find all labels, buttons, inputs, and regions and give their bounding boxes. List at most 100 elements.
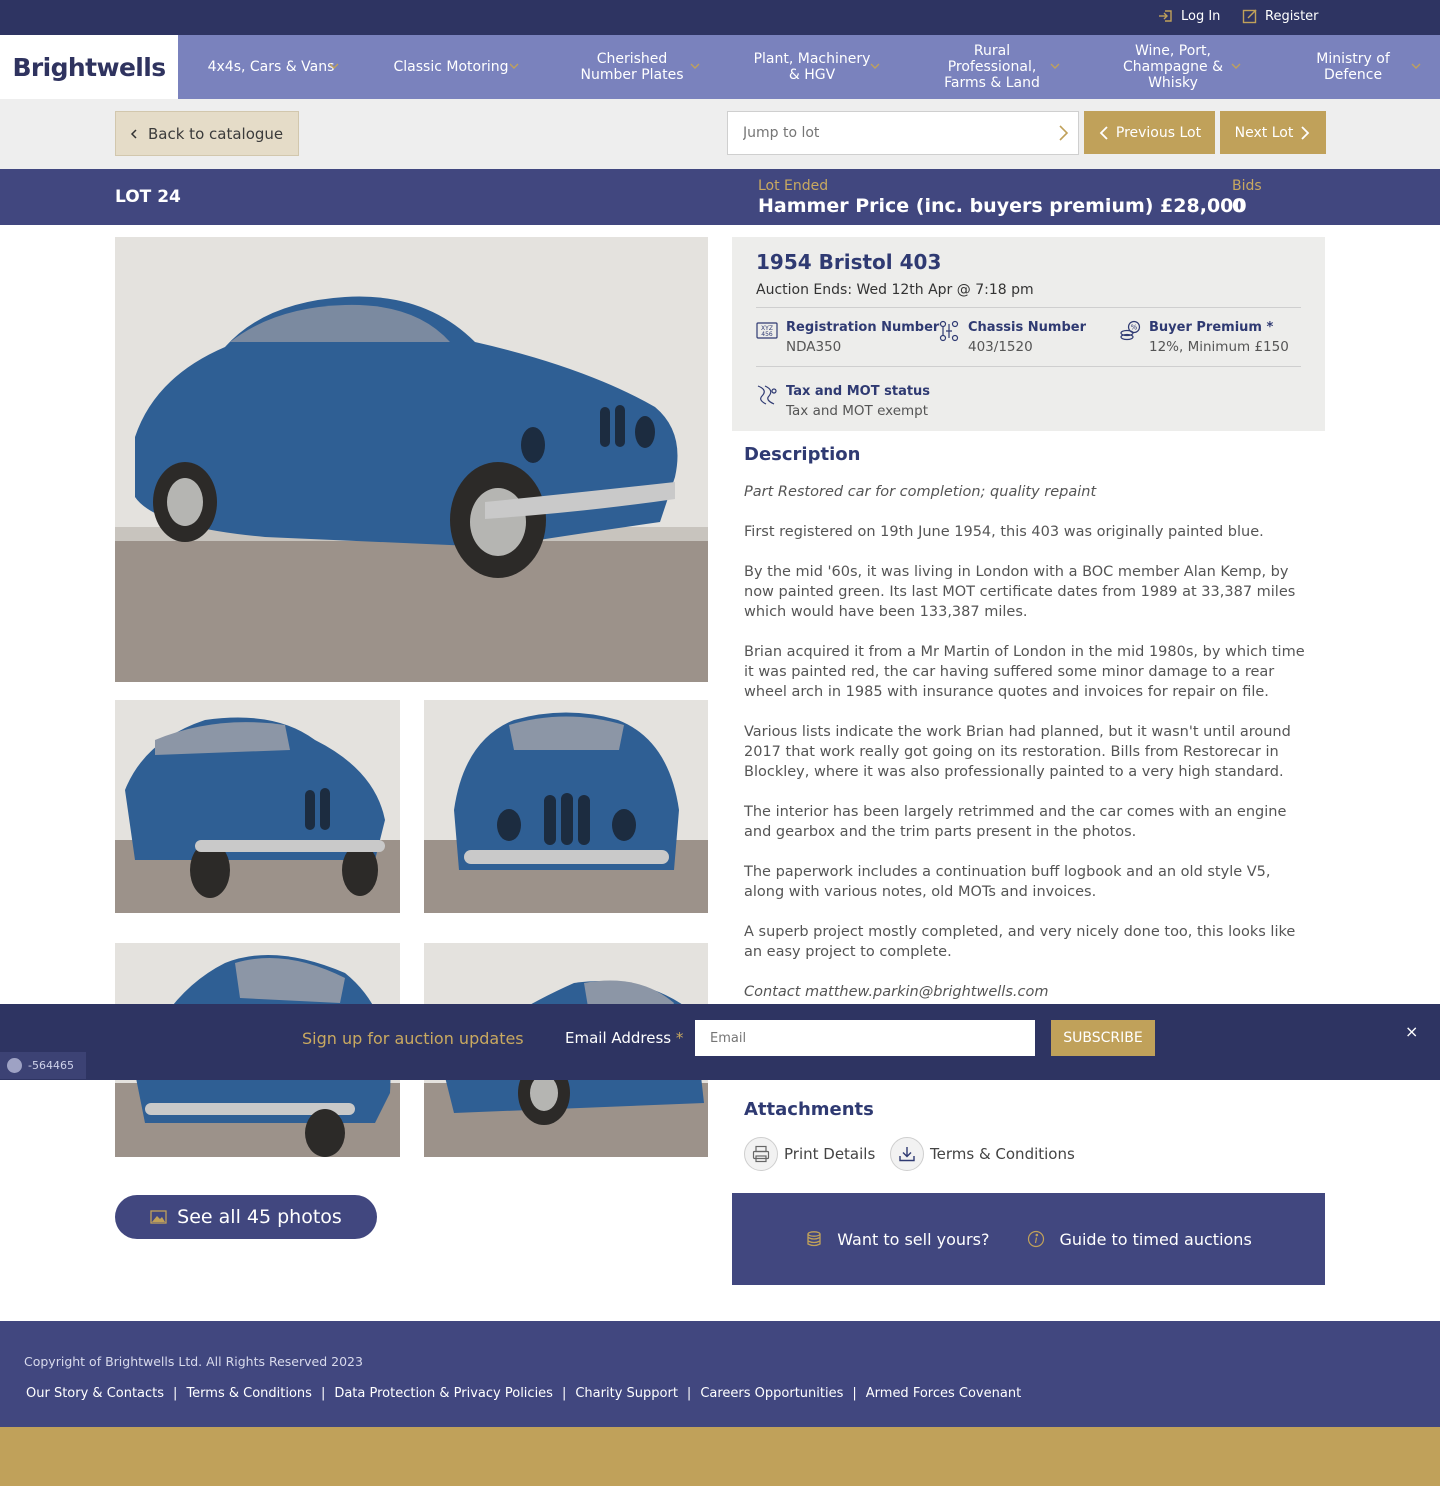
footer-link[interactable]: Terms & Conditions bbox=[186, 1386, 312, 1401]
jump-to-lot-input[interactable] bbox=[727, 111, 1079, 155]
contact-line: Contact matthew.parkin@brightwells.com bbox=[744, 984, 1049, 1000]
chassis-icon bbox=[939, 320, 959, 342]
chevron-down-icon bbox=[870, 63, 880, 69]
divider bbox=[756, 307, 1301, 308]
login-icon bbox=[1159, 10, 1172, 22]
subscribe-button[interactable]: SUBSCRIBE bbox=[1051, 1020, 1155, 1056]
description-paragraph: The interior has been largely retrimmed … bbox=[744, 804, 1287, 840]
svg-text:456: 456 bbox=[761, 331, 773, 338]
nav-item-wine[interactable]: Wine, Port, Champagne & Whisky bbox=[1094, 35, 1252, 99]
coins-icon bbox=[807, 1231, 821, 1247]
email-label-text: Email Address bbox=[565, 1029, 672, 1047]
login-link[interactable]: Log In bbox=[1158, 8, 1220, 24]
svg-text:%: % bbox=[1131, 324, 1138, 332]
chevron-down-icon bbox=[690, 63, 700, 69]
required-mark: * bbox=[675, 1029, 684, 1047]
chevron-down-icon bbox=[1050, 63, 1060, 69]
previous-lot-label: Previous Lot bbox=[1115, 124, 1202, 141]
lot-status-bar: LOT 24 Lot Ended Hammer Price (inc. buye… bbox=[0, 169, 1440, 225]
printer-icon bbox=[744, 1137, 778, 1171]
register-label: Register bbox=[1265, 8, 1319, 24]
terms-conditions-link[interactable]: Terms & Conditions bbox=[890, 1137, 1075, 1171]
attachments-heading: Attachments bbox=[744, 1099, 874, 1120]
chevron-right-icon bbox=[1301, 125, 1310, 140]
chevron-down-icon bbox=[1231, 63, 1241, 69]
bids-label: Bids bbox=[1232, 178, 1262, 194]
nav-item-cars[interactable]: 4x4s, Cars & Vans bbox=[192, 35, 350, 99]
coins-percent-icon: % bbox=[1120, 320, 1141, 341]
top-bar: Log In Register bbox=[0, 0, 1440, 35]
sell-yours-link[interactable]: Want to sell yours? bbox=[805, 1230, 989, 1249]
download-icon bbox=[890, 1137, 924, 1171]
spec-label: Tax and MOT status bbox=[786, 384, 931, 399]
chevron-down-icon bbox=[1411, 63, 1421, 69]
chevron-left-icon bbox=[130, 128, 137, 139]
description-paragraph: The paperwork includes a continuation bu… bbox=[744, 864, 1271, 900]
spec-label: Registration Number bbox=[786, 320, 940, 335]
description-paragraph: By the mid '60s, it was living in London… bbox=[744, 564, 1296, 620]
footer-link[interactable]: Armed Forces Covenant bbox=[866, 1386, 1021, 1401]
footer-accent-bar bbox=[0, 1427, 1440, 1486]
chevron-right-icon[interactable] bbox=[1053, 123, 1073, 143]
login-label: Log In bbox=[1181, 8, 1221, 24]
footer-link[interactable]: Charity Support bbox=[575, 1386, 678, 1401]
description-paragraph: A superb project mostly completed, and v… bbox=[744, 924, 1296, 960]
print-details-link[interactable]: Print Details bbox=[744, 1137, 875, 1171]
car-thumbnail[interactable] bbox=[424, 700, 708, 913]
logo-text: Brightwells bbox=[12, 52, 166, 82]
hammer-price: Hammer Price (inc. buyers premium) £28,0… bbox=[758, 195, 1247, 217]
separator: | bbox=[852, 1386, 857, 1401]
previous-lot-button[interactable]: Previous Lot bbox=[1084, 111, 1215, 154]
lot-status: Lot Ended bbox=[758, 178, 829, 194]
see-all-photos-button[interactable]: See all 45 photos bbox=[115, 1195, 377, 1239]
lot-navigation-bar: Back to catalogue Previous Lot Next Lot bbox=[0, 99, 1440, 169]
road-icon bbox=[757, 385, 777, 405]
close-icon[interactable]: × bbox=[1405, 1022, 1418, 1041]
register-link[interactable]: Register bbox=[1242, 8, 1319, 24]
guide-link[interactable]: Guide to timed auctions bbox=[1027, 1229, 1252, 1249]
next-lot-label: Next Lot bbox=[1234, 124, 1294, 141]
spec-value: NDA350 bbox=[786, 339, 842, 355]
description-paragraph: Various lists indicate the work Brian ha… bbox=[744, 724, 1291, 780]
footer-links: Our Story & Contacts | Terms & Condition… bbox=[26, 1386, 1021, 1401]
car-thumbnail[interactable] bbox=[115, 700, 400, 913]
back-to-catalogue-button[interactable]: Back to catalogue bbox=[115, 111, 299, 156]
guide-label: Guide to timed auctions bbox=[1059, 1229, 1252, 1249]
footer: Copyright of Brightwells Ltd. All Rights… bbox=[0, 1321, 1440, 1427]
next-lot-button[interactable]: Next Lot bbox=[1220, 111, 1326, 154]
spec-value: 12%, Minimum £150 bbox=[1149, 339, 1289, 355]
nav-item-rural[interactable]: Rural Professional, Farms & Land bbox=[913, 35, 1071, 99]
footer-link[interactable]: Data Protection & Privacy Policies bbox=[334, 1386, 553, 1401]
auction-end-time: Auction Ends: Wed 12th Apr @ 7:18 pm bbox=[756, 282, 1034, 298]
main-car-photo[interactable] bbox=[115, 237, 708, 682]
visitor-counter: -564465 bbox=[0, 1052, 86, 1079]
nav-label: Cherished Number Plates bbox=[580, 51, 684, 83]
description-body: Part Restored car for completion; qualit… bbox=[744, 482, 1314, 1022]
email-input[interactable] bbox=[695, 1020, 1035, 1056]
nav-item-classic[interactable]: Classic Motoring bbox=[372, 35, 530, 99]
terms-label: Terms & Conditions bbox=[930, 1145, 1075, 1163]
spec-label: Chassis Number bbox=[968, 320, 1086, 335]
main-nav: Brightwells 4x4s, Cars & Vans Classic Mo… bbox=[0, 35, 1440, 99]
lot-number: LOT 24 bbox=[115, 187, 181, 207]
newsletter-signup-bar: Sign up for auction updates Email Addres… bbox=[0, 1004, 1440, 1080]
separator: | bbox=[686, 1386, 692, 1401]
chevron-down-icon bbox=[329, 63, 339, 69]
footer-link[interactable]: Careers Opportunities bbox=[700, 1386, 843, 1401]
nav-item-plates[interactable]: Cherished Number Plates bbox=[553, 35, 711, 99]
number-plate-icon: XYZ456 bbox=[756, 322, 778, 339]
image-icon bbox=[150, 1210, 167, 1224]
signup-heading: Sign up for auction updates bbox=[302, 1029, 524, 1048]
nav-label: Classic Motoring bbox=[393, 59, 509, 75]
copyright: Copyright of Brightwells Ltd. All Rights… bbox=[24, 1354, 363, 1369]
chevron-left-icon bbox=[1099, 125, 1108, 140]
see-all-label: See all 45 photos bbox=[177, 1206, 342, 1228]
nav-label: Plant, Machinery & HGV bbox=[753, 51, 871, 83]
brightwells-logo[interactable]: Brightwells bbox=[0, 35, 178, 99]
back-label: Back to catalogue bbox=[148, 124, 284, 143]
spec-value: 403/1520 bbox=[968, 339, 1033, 355]
footer-link[interactable]: Our Story & Contacts bbox=[26, 1386, 164, 1401]
nav-item-plant[interactable]: Plant, Machinery & HGV bbox=[733, 35, 891, 99]
nav-label: Rural Professional, Farms & Land bbox=[944, 43, 1040, 91]
nav-item-mod[interactable]: Ministry of Defence bbox=[1274, 35, 1432, 99]
